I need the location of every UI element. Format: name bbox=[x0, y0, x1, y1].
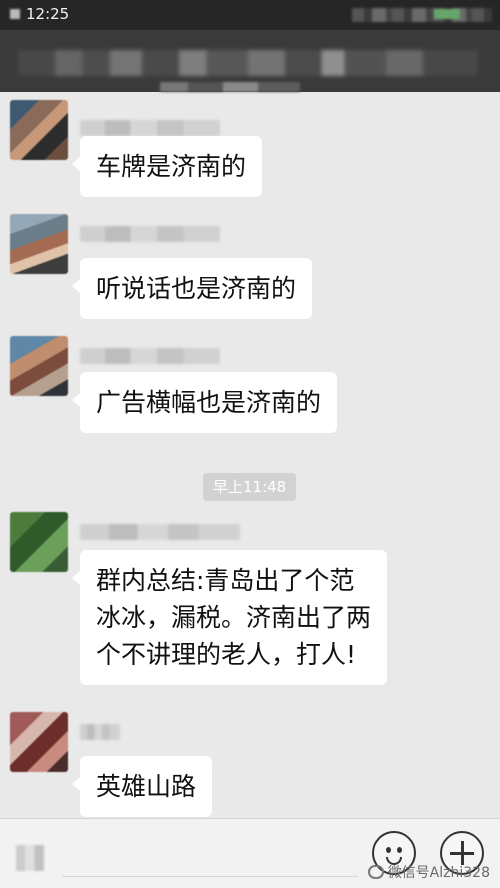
message-bubble[interactable]: 群内总结:青岛出了个范 冰冰，漏税。济南出了两 个不讲理的老人，打人! bbox=[71, 550, 388, 685]
wechat-logo-icon bbox=[367, 865, 384, 879]
input-bar: 微信号Alzhi328 bbox=[0, 818, 500, 888]
sender-name-blurred bbox=[80, 724, 120, 740]
message-bubble[interactable]: 听说话也是济南的 bbox=[71, 258, 313, 319]
chat-area[interactable]: 车牌是济南的 听说话也是济南的 广告横幅也是济南的 早上11:48 群内总结:青… bbox=[0, 92, 500, 818]
voice-toggle-blurred[interactable] bbox=[16, 845, 44, 871]
avatar[interactable] bbox=[10, 214, 68, 274]
time-divider: 早上11:48 bbox=[203, 473, 297, 501]
avatar[interactable] bbox=[10, 712, 68, 772]
notification-icon bbox=[10, 9, 20, 19]
watermark: 微信号Alzhi328 bbox=[367, 862, 490, 882]
chat-title-bar bbox=[0, 30, 500, 92]
status-bar-left: 12:25 bbox=[10, 5, 69, 23]
message-input[interactable] bbox=[62, 831, 358, 877]
status-bar: 12:25 bbox=[0, 0, 500, 30]
message-bubble[interactable]: 英雄山路 bbox=[71, 756, 213, 817]
sender-name-blurred bbox=[80, 226, 220, 242]
avatar[interactable] bbox=[10, 336, 68, 396]
sender-name-blurred bbox=[80, 524, 240, 540]
smiley-eye-right bbox=[397, 847, 402, 853]
title-blurred bbox=[18, 50, 478, 76]
status-icons-blurred bbox=[352, 8, 492, 22]
sender-name-blurred bbox=[80, 348, 220, 364]
watermark-text: 微信号Alzhi328 bbox=[387, 865, 490, 881]
message-bubble[interactable]: 车牌是济南的 bbox=[71, 136, 263, 197]
avatar[interactable] bbox=[10, 100, 68, 160]
status-time: 12:25 bbox=[26, 5, 70, 23]
message-bubble[interactable]: 广告横幅也是济南的 bbox=[71, 372, 338, 433]
smiley-eye-left bbox=[386, 847, 391, 853]
avatar[interactable] bbox=[10, 512, 68, 572]
sender-name-blurred bbox=[80, 120, 220, 136]
group-name-blurred bbox=[160, 82, 300, 92]
battery-icon bbox=[434, 9, 460, 19]
